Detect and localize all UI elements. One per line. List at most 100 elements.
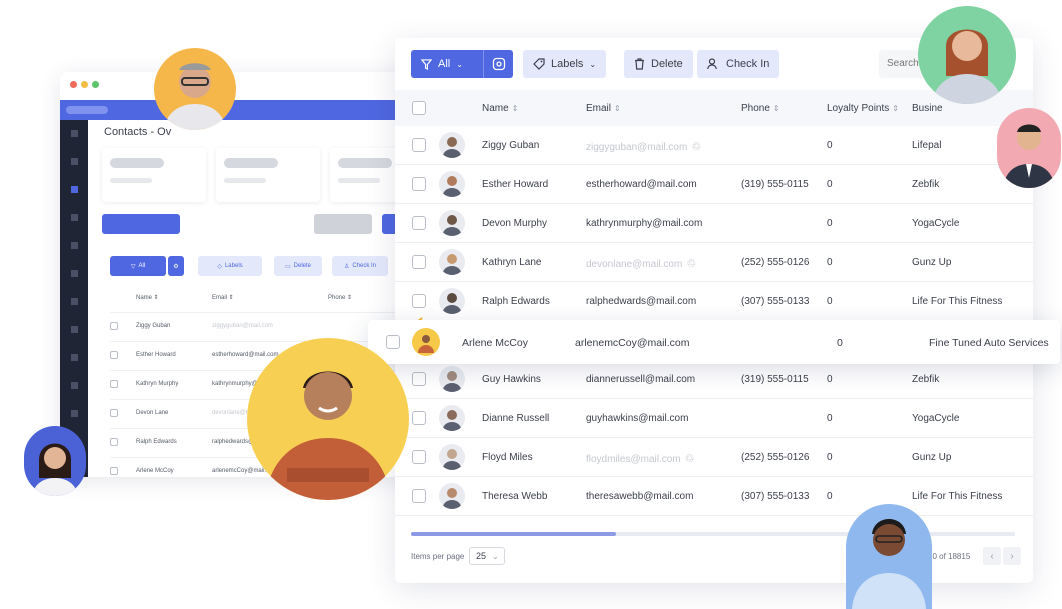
- contact-email[interactable]: floydmiles@mail.com ♲: [586, 452, 695, 465]
- filter-all-button[interactable]: ▽ All: [110, 256, 166, 276]
- contact-name[interactable]: Devon Murphy: [482, 218, 547, 229]
- contact-name[interactable]: Esther Howard: [136, 352, 176, 358]
- row-checkbox[interactable]: [412, 177, 426, 191]
- sidebar-item[interactable]: [71, 354, 78, 361]
- row-checkbox[interactable]: [386, 335, 400, 349]
- contact-name[interactable]: Kathryn Lane: [482, 257, 542, 268]
- contact-email[interactable]: theresawebb@mail.com: [586, 491, 693, 502]
- column-header-email[interactable]: Email ⇕: [212, 294, 234, 301]
- row-checkbox[interactable]: [412, 294, 426, 308]
- column-header-phone[interactable]: Phone ⇕: [741, 103, 780, 114]
- contact-name[interactable]: Dianne Russell: [482, 413, 549, 424]
- contact-name[interactable]: Theresa Webb: [482, 491, 547, 502]
- primary-action-button[interactable]: [102, 214, 180, 234]
- contact-email[interactable]: ralphedwards@mail.com: [586, 296, 696, 307]
- contact-email[interactable]: diannerussell@mail.com: [586, 374, 695, 385]
- sidebar-item-contacts[interactable]: [71, 186, 78, 193]
- sidebar-item[interactable]: [71, 270, 78, 277]
- table-row[interactable]: Dianne Russell guyhawkins@mail.com 0 YogaCy…: [395, 399, 1033, 438]
- settings-button[interactable]: ⚙: [168, 256, 184, 276]
- contact-email[interactable]: estherhoward@mail.com: [586, 179, 697, 190]
- top-bar-pill: [66, 106, 108, 114]
- sidebar-item[interactable]: [71, 410, 78, 417]
- contact-email[interactable]: estherhoward@mail.com: [212, 352, 278, 358]
- labels-dropdown-button[interactable]: Labels ⌄: [523, 50, 607, 78]
- labels-label: Labels: [224, 263, 243, 269]
- delete-button[interactable]: Delete: [624, 50, 693, 78]
- contact-name[interactable]: Devon Lane: [136, 410, 168, 416]
- sidebar-item[interactable]: [71, 158, 78, 165]
- sidebar-item[interactable]: [71, 242, 78, 249]
- row-checkbox[interactable]: [412, 489, 426, 503]
- contact-email[interactable]: ziggyguban@mail.com: [212, 323, 273, 329]
- row-checkbox[interactable]: [412, 372, 426, 386]
- secondary-action-button[interactable]: [314, 214, 372, 234]
- contact-name[interactable]: Ralph Edwards: [482, 296, 550, 307]
- table-row[interactable]: Floyd Miles floydmiles@mail.com ♲ (252) 555…: [395, 438, 1033, 477]
- column-header-loyalty-points[interactable]: Loyalty Points ⇕: [827, 103, 899, 114]
- business-name: Life For This Fitness: [912, 296, 1003, 307]
- contact-name[interactable]: Ralph Edwards: [136, 439, 177, 445]
- contact-name[interactable]: Esther Howard: [482, 179, 548, 190]
- contact-name[interactable]: Kathryn Murphy: [136, 381, 178, 387]
- sidebar-item[interactable]: [71, 298, 78, 305]
- contact-name[interactable]: Guy Hawkins: [482, 374, 541, 385]
- table-row[interactable]: Theresa Webb theresawebb@mail.com (307) 55…: [395, 477, 1033, 516]
- row-checkbox[interactable]: [110, 322, 118, 330]
- check-in-button[interactable]: Check In: [697, 50, 780, 78]
- row-checkbox[interactable]: [110, 380, 118, 388]
- contact-name[interactable]: Floyd Miles: [482, 452, 533, 463]
- labels-button[interactable]: ◇ Labels: [198, 256, 262, 276]
- row-avatar: [439, 366, 465, 392]
- table-row[interactable]: Kathryn Lane devonlane@mail.com ♲ (252) 555…: [395, 243, 1033, 282]
- sidebar-item[interactable]: [71, 214, 78, 221]
- contact-name[interactable]: Arlene McCoy: [136, 468, 174, 474]
- row-checkbox[interactable]: [412, 138, 426, 152]
- row-checkbox[interactable]: [412, 411, 426, 425]
- table-row[interactable]: Ziggy Guban ziggyguban@mail.com: [110, 312, 410, 340]
- highlighted-table-row[interactable]: Arlene McCoy arlenemcCoy@mail.com 0 Fine…: [368, 320, 1060, 364]
- scrollbar-thumb[interactable]: [411, 532, 617, 536]
- select-all-checkbox[interactable]: [412, 101, 426, 115]
- table-row[interactable]: Guy Hawkins diannerussell@mail.com (319) 5…: [395, 360, 1033, 399]
- contact-name[interactable]: Ziggy Guban: [482, 140, 539, 151]
- table-row[interactable]: Esther Howard estherhoward@mail.com (319) …: [395, 165, 1033, 204]
- close-window-dot[interactable]: [70, 81, 77, 88]
- check-in-button[interactable]: ♙ Check In: [332, 256, 388, 276]
- delete-button[interactable]: ▭ Delete: [274, 256, 322, 276]
- filter-settings-button[interactable]: [483, 50, 513, 78]
- contact-name[interactable]: Ziggy Guban: [136, 323, 170, 329]
- table-row[interactable]: Ziggy Guban ziggyguban@mail.com ♲ 0 Lifepal: [395, 126, 1033, 165]
- filter-all-button[interactable]: All ⌄: [411, 50, 483, 78]
- items-per-page-select[interactable]: 25 ⌄: [469, 547, 505, 565]
- contact-email[interactable]: ziggyguban@mail.com ♲: [586, 140, 701, 153]
- row-checkbox[interactable]: [412, 450, 426, 464]
- contact-email[interactable]: guyhawkins@mail.com: [586, 413, 688, 424]
- sidebar-item[interactable]: [71, 382, 78, 389]
- column-header-name[interactable]: Name ⇕: [136, 294, 159, 301]
- previous-page-button[interactable]: ‹: [983, 547, 1001, 565]
- chevron-down-icon: ⌄: [589, 59, 597, 69]
- maximize-window-dot[interactable]: [92, 81, 99, 88]
- row-checkbox[interactable]: [412, 255, 426, 269]
- row-checkbox[interactable]: [412, 216, 426, 230]
- minimize-window-dot[interactable]: [81, 81, 88, 88]
- column-header-email[interactable]: Email ⇕: [586, 103, 621, 114]
- sidebar-item[interactable]: [71, 326, 78, 333]
- table-row[interactable]: Devon Murphy kathrynmurphy@mail.com 0 YogaC…: [395, 204, 1033, 243]
- table-row[interactable]: Ralph Edwards ralphedwards@mail.com (307) …: [395, 282, 1033, 321]
- column-header-business[interactable]: Busine: [912, 103, 943, 114]
- row-checkbox[interactable]: [110, 351, 118, 359]
- business-name: Fine Tuned Auto Services: [929, 337, 1049, 349]
- column-header-phone[interactable]: Phone ⇕: [328, 294, 352, 301]
- column-header-name[interactable]: Name ⇕: [482, 103, 518, 114]
- sidebar-item[interactable]: [71, 130, 78, 137]
- next-page-button[interactable]: ›: [1003, 547, 1021, 565]
- contact-email[interactable]: arlenemcCoy@mail.com: [575, 337, 690, 349]
- row-checkbox[interactable]: [110, 409, 118, 417]
- contact-email[interactable]: kathrynmurphy@mail.com: [586, 218, 702, 229]
- row-checkbox[interactable]: [110, 438, 118, 446]
- row-checkbox[interactable]: [110, 467, 118, 475]
- contact-name[interactable]: Arlene McCoy: [462, 337, 528, 349]
- contact-email[interactable]: devonlane@mail.com ♲: [586, 257, 696, 270]
